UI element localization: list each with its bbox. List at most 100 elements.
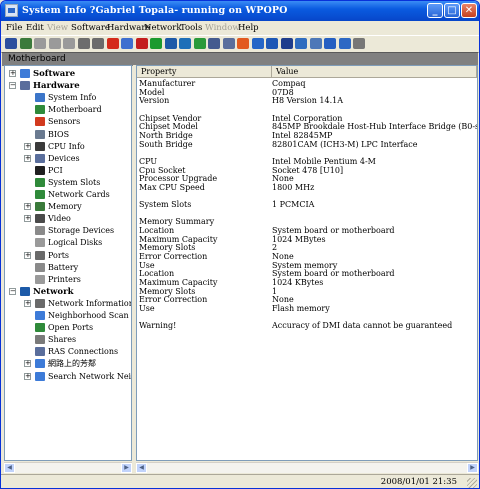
devices-icon xyxy=(35,153,45,163)
property-name: Maximum Capacity xyxy=(139,277,218,287)
collapse-icon[interactable]: − xyxy=(9,82,16,90)
property-row[interactable]: Processor Upgrade None xyxy=(137,174,477,183)
scroll-right-arrow-icon[interactable]: ▶ xyxy=(121,463,132,473)
property-row[interactable] xyxy=(137,191,477,200)
search-icon[interactable] xyxy=(92,38,104,49)
expand-icon[interactable]: + xyxy=(24,299,31,307)
chip-green-icon[interactable] xyxy=(150,38,162,49)
property-row[interactable] xyxy=(137,313,477,322)
property-value: 1 xyxy=(272,286,278,296)
tree-item-label: Memory xyxy=(48,202,82,212)
property-row[interactable]: South Bridge 82801CAM (ICH3-M) LPC Interf… xyxy=(137,140,477,149)
menu-tools[interactable]: Tools xyxy=(180,23,202,33)
property-row[interactable]: Maximum Capacity 1024 KBytes xyxy=(137,278,477,287)
property-row[interactable]: Version H8 Version 14.1A xyxy=(137,96,477,105)
copy-icon[interactable] xyxy=(48,38,61,49)
expand-icon[interactable]: + xyxy=(24,215,31,223)
help-icon[interactable] xyxy=(324,38,336,49)
column-header-property[interactable]: Property xyxy=(137,66,272,78)
cow-icon[interactable] xyxy=(353,38,365,49)
menu-network[interactable]: Network xyxy=(144,23,182,33)
menu-file[interactable]: File xyxy=(6,23,22,33)
menu-edit[interactable]: Edit xyxy=(26,23,44,33)
property-row[interactable]: Location System board or motherboard xyxy=(137,269,477,278)
tree-item-label: PCI xyxy=(48,165,63,175)
resize-grip-icon[interactable] xyxy=(467,478,477,488)
refresh-icon[interactable] xyxy=(193,38,206,49)
internet-icon[interactable] xyxy=(251,38,264,49)
property-row[interactable] xyxy=(137,148,477,157)
property-row[interactable]: Model 07D8 xyxy=(137,88,477,97)
expand-icon[interactable]: + xyxy=(24,360,31,368)
menu-software[interactable]: Software xyxy=(71,23,110,33)
tree-icon[interactable] xyxy=(179,38,191,49)
navigation-tree[interactable]: + Software − Hardware System Info Motherboard… xyxy=(4,65,132,461)
property-row[interactable]: Chipset Model 845MP Brookdale Host-Hub In… xyxy=(137,122,477,131)
expand-icon[interactable]: + xyxy=(24,154,31,162)
scroll-left-arrow-icon[interactable]: ◀ xyxy=(136,463,147,473)
cut-icon[interactable] xyxy=(34,38,46,49)
chip-red-icon[interactable] xyxy=(135,38,148,49)
tree-item-label: Devices xyxy=(48,153,80,163)
tree-item-label: RAS Connections xyxy=(48,347,119,357)
tools-icon[interactable] xyxy=(309,38,322,49)
property-row[interactable]: Memory Slots 1 xyxy=(137,287,477,296)
property-name: Max CPU Speed xyxy=(139,182,205,192)
save-icon[interactable] xyxy=(5,38,17,49)
title-bar[interactable]: System Info ?Gabriel Topala- running on … xyxy=(1,1,479,21)
network-icon[interactable] xyxy=(164,38,177,49)
property-row[interactable]: CPU Intel Mobile Pentium 4-M xyxy=(137,157,477,166)
property-row[interactable]: Error Correction None xyxy=(137,295,477,304)
property-row[interactable]: Cpu Socket Socket 478 [U10] xyxy=(137,166,477,175)
property-row[interactable]: Use Flash memory xyxy=(137,304,477,313)
paste-icon[interactable] xyxy=(63,38,75,49)
property-row[interactable]: System Slots 1 PCMCIA xyxy=(137,200,477,209)
shield-icon[interactable] xyxy=(280,38,293,49)
property-row[interactable]: Chipset Vendor Intel Corporation xyxy=(137,114,477,123)
property-row[interactable]: Warning! Accuracy of DMI data cannot be g… xyxy=(137,321,477,330)
details-list[interactable]: Property Value Manufacturer Compaq Model 07… xyxy=(136,65,478,461)
firewire-icon[interactable] xyxy=(237,38,249,49)
collapse-icon[interactable]: − xyxy=(9,287,16,295)
expand-icon[interactable]: + xyxy=(24,142,31,150)
list-horizontal-scrollbar[interactable]: ◀ ▶ xyxy=(136,462,478,473)
tree-item-label: System Info xyxy=(48,93,97,103)
property-row[interactable]: Location System board or motherboard xyxy=(137,226,477,235)
property-row[interactable]: North Bridge Intel 82845MP xyxy=(137,131,477,140)
app-icon[interactable] xyxy=(5,4,18,17)
expand-icon[interactable]: + xyxy=(9,70,16,77)
menu-help[interactable]: Help xyxy=(238,23,259,33)
property-row[interactable]: Manufacturer Compaq xyxy=(137,79,477,88)
info-icon[interactable] xyxy=(338,38,351,49)
status-datetime: 2008/01/01 21:35 xyxy=(380,477,457,487)
grid-icon[interactable] xyxy=(208,38,220,49)
property-row[interactable]: Use System memory xyxy=(137,261,477,270)
property-row[interactable] xyxy=(137,209,477,218)
print-icon[interactable] xyxy=(77,38,90,49)
apps-icon[interactable] xyxy=(295,38,307,49)
scroll-left-arrow-icon[interactable]: ◀ xyxy=(4,463,15,473)
column-header-value[interactable]: Value xyxy=(272,66,477,78)
property-row[interactable]: Error Correction None xyxy=(137,252,477,261)
property-value: None xyxy=(272,252,294,261)
tree-horizontal-scrollbar[interactable]: ◀ ▶ xyxy=(4,462,132,473)
property-row[interactable]: Maximum Capacity 1024 MBytes xyxy=(137,235,477,244)
expand-icon[interactable]: + xyxy=(24,251,31,259)
expand-icon[interactable]: + xyxy=(24,372,31,380)
maximize-button[interactable]: □ xyxy=(444,3,460,18)
menu-view[interactable]: View xyxy=(47,23,68,33)
expand-icon[interactable]: + xyxy=(24,203,31,211)
property-row[interactable] xyxy=(137,105,477,114)
stop-icon[interactable] xyxy=(106,38,119,49)
hardware-icon[interactable] xyxy=(222,38,235,49)
property-row[interactable]: Memory Slots 2 xyxy=(137,243,477,252)
close-button[interactable]: ✕ xyxy=(461,3,477,18)
minimize-button[interactable]: _ xyxy=(427,3,443,18)
scroll-right-arrow-icon[interactable]: ▶ xyxy=(467,463,478,473)
property-row[interactable]: Max CPU Speed 1800 MHz xyxy=(137,183,477,192)
export-icon[interactable] xyxy=(19,38,32,49)
property-row[interactable]: Memory Summary xyxy=(137,217,477,226)
menu-window[interactable]: Window xyxy=(205,23,240,33)
globe-icon[interactable] xyxy=(266,38,278,49)
chat-icon[interactable] xyxy=(121,38,133,49)
